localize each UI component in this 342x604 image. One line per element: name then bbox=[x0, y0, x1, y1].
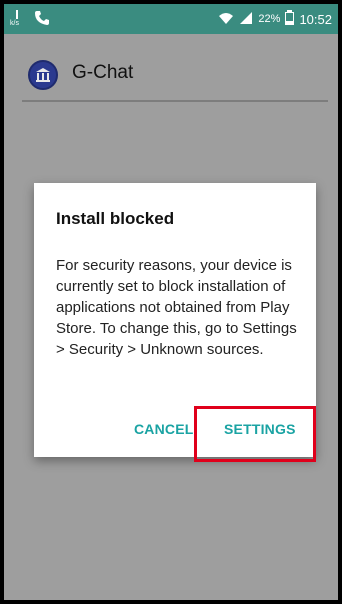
phone-icon bbox=[34, 10, 50, 31]
battery-icon bbox=[285, 10, 295, 28]
app-bar: G-Chat bbox=[4, 34, 338, 98]
bank-icon bbox=[28, 60, 58, 90]
screen: k/s 22% 10:52 G-Chat Install blocked For… bbox=[0, 0, 342, 604]
clock: 10:52 bbox=[299, 11, 332, 27]
status-left: k/s bbox=[10, 10, 50, 31]
settings-highlight-box bbox=[194, 406, 316, 462]
dialog-message: For security reasons, your device is cur… bbox=[56, 257, 297, 358]
svg-text:k/s: k/s bbox=[10, 20, 19, 26]
cell-signal-icon bbox=[239, 11, 253, 28]
dialog-title: Install blocked bbox=[56, 209, 175, 228]
status-bar: k/s 22% 10:52 bbox=[4, 4, 338, 34]
app-bar-divider bbox=[22, 100, 328, 102]
cancel-button[interactable]: CANCEL bbox=[134, 421, 194, 437]
wifi-icon bbox=[218, 11, 234, 28]
status-right: 22% 10:52 bbox=[218, 10, 332, 28]
signal-kbs-icon: k/s bbox=[10, 10, 24, 31]
install-blocked-dialog: Install blocked For security reasons, yo… bbox=[34, 183, 316, 462]
app-title: G-Chat bbox=[72, 62, 134, 83]
battery-percent: 22% bbox=[258, 13, 281, 25]
